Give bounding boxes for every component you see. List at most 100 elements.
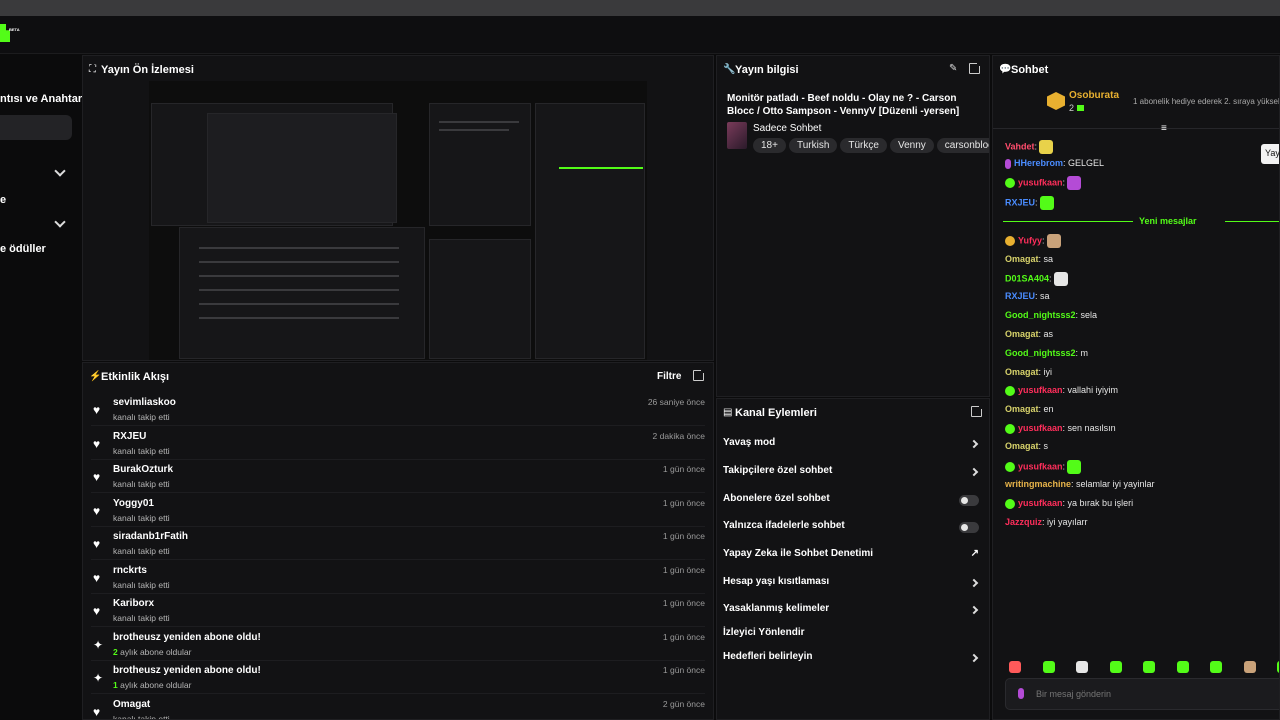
emote-icon[interactable] [1067,176,1082,190]
chevron-down-icon[interactable] [54,165,66,177]
chat-username[interactable]: Omagat [1005,404,1039,414]
pinned-user[interactable]: Osoburata [1069,90,1119,101]
event-sub-text: aylık abone oldular [120,680,192,690]
chevron-right-icon[interactable] [969,605,979,615]
activity-event-row[interactable]: ♥ RXJEU kanalı takip etti 2 dakika önce [91,427,705,460]
channel-action-row[interactable]: Yalnızca ifadelerle sohbet [723,520,985,542]
emote-icon[interactable] [1067,460,1082,474]
event-user[interactable]: Omagat [113,699,150,710]
chat-username[interactable]: HHerebrom [1014,158,1063,168]
activity-event-row[interactable]: ✦ brotheusz yeniden abone oldu! 2 aylık ab… [91,628,705,661]
channel-action-row[interactable]: Yasaklanmış kelimeler [723,603,985,625]
channel-action-row[interactable]: Yapay Zeka ile Sohbet Denetimi ↗ [723,548,985,570]
channel-action-row[interactable]: Takipçilere özel sohbet [723,465,985,487]
chat-username[interactable]: Jazzquiz [1005,517,1042,527]
event-count: 1 [113,680,118,690]
chevron-right-icon[interactable] [969,578,979,588]
category-thumbnail[interactable] [727,122,747,149]
popout-icon[interactable] [969,61,982,74]
event-user[interactable]: rnckrts [113,565,147,576]
chat-message-input[interactable] [1036,685,1266,703]
edit-pencil-icon[interactable]: ✎ [949,63,957,74]
event-time: 1 gün önce [662,631,705,642]
chevron-right-icon[interactable] [969,653,979,663]
emote-icon[interactable] [1039,140,1054,154]
toggle-switch[interactable] [959,522,979,533]
event-user[interactable]: brotheusz yeniden abone oldu! [113,665,261,676]
chat-username[interactable]: yusufkaan [1018,177,1063,187]
sidebar-item-keys[interactable]: ntısı ve Anahtarı [0,93,85,105]
collapse-icon[interactable]: ≡ [1161,123,1167,134]
chat-username[interactable]: yusufkaan [1018,423,1063,433]
toggle-switch[interactable] [959,495,979,506]
channel-action-row[interactable]: Abonelere özel sohbet [723,493,985,515]
emote-icon[interactable] [1243,661,1256,673]
popout-icon[interactable] [693,368,706,381]
chevron-right-icon[interactable] [969,439,979,449]
chat-username[interactable]: Omagat [1005,254,1039,264]
chat-username[interactable]: Good_nightsss2 [1005,348,1076,358]
activity-event-row[interactable]: ♥ sevimliaskoo kanalı takip etti 26 saniye … [91,393,705,426]
tag-pill[interactable]: Türkçe [840,138,887,153]
emote-icon[interactable] [1076,661,1088,673]
chevron-down-icon[interactable] [54,216,66,228]
channel-action-row[interactable]: İzleyici Yönlendir [723,627,985,649]
chat-username[interactable]: Yufyy [1018,235,1042,245]
tag-pill[interactable]: 18+ [753,138,786,153]
sidebar-item-2[interactable]: e [0,194,6,206]
chat-input-box[interactable] [1005,678,1279,710]
sidebar-item-rewards[interactable]: e ödüller [0,243,46,255]
chat-username[interactable]: Omagat [1005,329,1039,339]
event-user[interactable]: siradanb1rFatih [113,531,188,542]
chat-username[interactable]: Good_nightsss2 [1005,310,1076,320]
activity-event-row[interactable]: ♥ siradanb1rFatih kanalı takip etti 1 gün ö… [91,527,705,560]
channel-action-row[interactable]: Yavaş mod [723,437,985,459]
chat-username[interactable]: yusufkaan [1018,461,1063,471]
event-user[interactable]: RXJEU [113,431,146,442]
chat-username[interactable]: yusufkaan [1018,498,1063,508]
activity-event-row[interactable]: ♥ rnckrts kanalı takip etti 1 gün önce [91,561,705,594]
emote-icon[interactable] [1042,661,1055,673]
chat-username[interactable]: Omagat [1005,441,1039,451]
tag-pill[interactable]: Venny [889,138,934,153]
chat-username[interactable]: Vahdet [1005,141,1035,151]
chat-username[interactable]: Omagat [1005,367,1039,377]
event-user[interactable]: BurakOzturk [113,464,173,475]
event-user[interactable]: brotheusz yeniden abone oldu! [113,632,261,643]
chat-message: Omagat: iyi [1005,367,1053,377]
emote-icon[interactable] [1039,196,1054,210]
emote-icon[interactable] [1109,661,1122,673]
chat-username[interactable]: RXJEU [1005,291,1035,301]
tag-pill[interactable]: Turkish [788,138,838,153]
chat-username[interactable]: RXJEU [1005,197,1035,207]
external-chart-icon[interactable]: ↗ [971,548,979,559]
sidebar-active-item[interactable] [0,115,72,140]
popout-icon[interactable] [971,404,984,417]
microphone-icon[interactable] [1018,688,1024,699]
filter-button[interactable]: Filtre [657,371,681,382]
channel-action-row[interactable]: Hedefleri belirleyin [723,651,985,673]
emote-icon[interactable] [1210,661,1222,673]
tag-pill[interactable]: carsonblocc [936,138,989,153]
panel-title: Kanal Eylemleri [735,407,817,419]
chat-username[interactable]: writingmachine [1005,479,1071,489]
activity-event-row[interactable]: ♥ Yoggy01 kanalı takip etti 1 gün önce [91,494,705,527]
category-name[interactable]: Sadece Sohbet [753,123,821,134]
channel-action-row[interactable]: Hesap yaşı kısıtlaması [723,576,985,598]
activity-event-row[interactable]: ♥ Omagat kanalı takip etti 2 gün önce [91,695,705,720]
emote-icon[interactable] [1053,272,1068,286]
activity-event-row[interactable]: ✦ brotheusz yeniden abone oldu! 1 aylık ab… [91,661,705,694]
chat-username[interactable]: D01SA404 [1005,273,1049,283]
event-user[interactable]: sevimliaskoo [113,397,176,408]
emote-icon[interactable] [1176,661,1189,673]
activity-event-row[interactable]: ♥ BurakOzturk kanalı takip etti 1 gün önce [91,460,705,493]
chevron-right-icon[interactable] [969,467,979,477]
event-user[interactable]: Yoggy01 [113,498,154,509]
stream-preview-video[interactable] [149,81,647,360]
chat-username[interactable]: yusufkaan [1018,385,1063,395]
emote-icon[interactable] [1046,234,1061,248]
activity-event-row[interactable]: ♥ Kariborx kanalı takip etti 1 gün önce [91,594,705,627]
emote-icon[interactable] [1009,661,1021,673]
event-user[interactable]: Kariborx [113,598,154,609]
emote-icon[interactable] [1143,661,1155,673]
